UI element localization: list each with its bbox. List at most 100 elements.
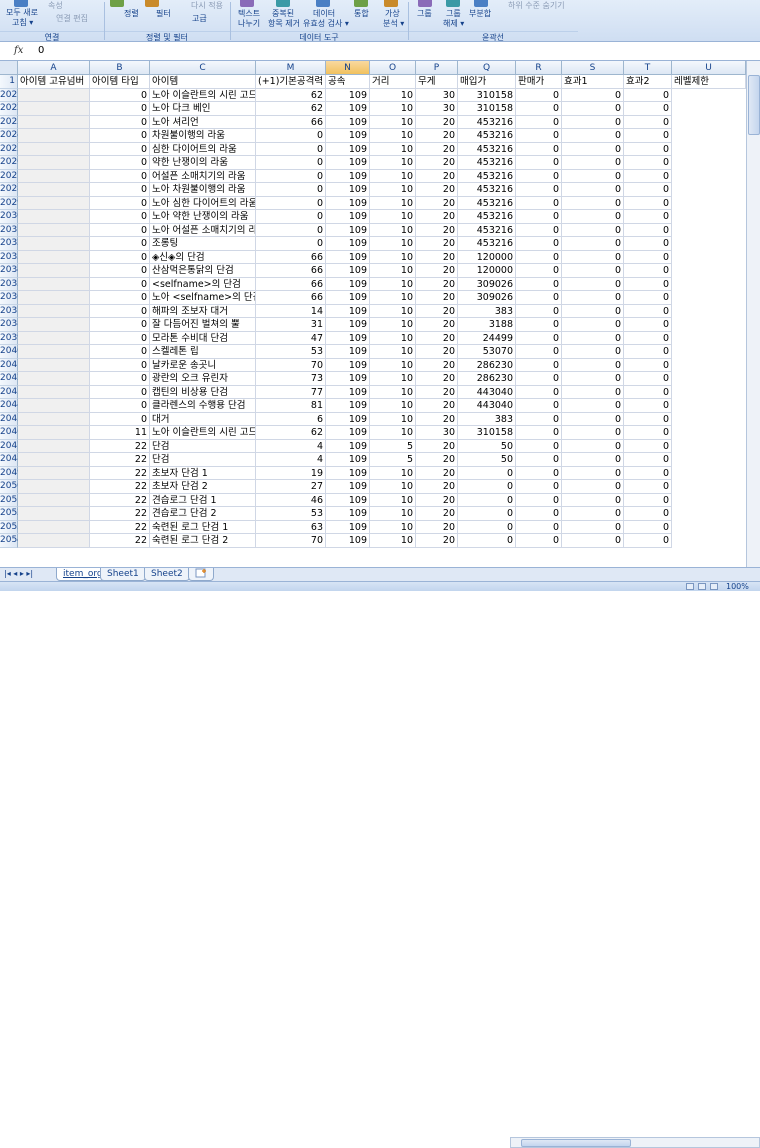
table-cell[interactable]: 10 — [370, 210, 416, 224]
table-cell[interactable]: 0 — [562, 183, 624, 197]
table-cell[interactable]: 0 — [624, 372, 672, 386]
table-cell[interactable]: 10 — [370, 385, 416, 399]
table-cell[interactable]: 70 — [256, 358, 326, 372]
table-cell[interactable]: 10 — [370, 304, 416, 318]
table-cell[interactable]: 10 — [370, 412, 416, 426]
row-header[interactable]: 2021 — [0, 88, 23, 102]
table-cell[interactable] — [18, 237, 90, 251]
table-cell[interactable] — [18, 453, 90, 467]
table-cell[interactable]: 109 — [326, 88, 370, 102]
spreadsheet-grid[interactable]: A B C M N O P Q R S T U 1 아이템 고유넘버 아이템 타입 아이템 (+1)기본공격력 공… — [0, 61, 746, 567]
table-cell[interactable]: 109 — [326, 142, 370, 156]
table-cell[interactable]: 53 — [256, 507, 326, 521]
table-cell[interactable]: 노아 다크 베인 — [150, 102, 256, 116]
table-cell[interactable]: 20 — [416, 358, 458, 372]
table-cell[interactable]: 20 — [416, 453, 458, 467]
row-header[interactable]: 2035 — [0, 277, 23, 291]
table-cell[interactable]: 0 — [516, 129, 562, 143]
table-cell[interactable]: 62 — [256, 88, 326, 102]
table-cell[interactable]: 22 — [90, 466, 150, 480]
row-header[interactable]: 2023 — [0, 115, 23, 129]
row-header[interactable]: 2046 — [0, 426, 23, 440]
table-cell[interactable]: 0 — [562, 534, 624, 548]
table-cell[interactable]: 20 — [416, 412, 458, 426]
table-cell[interactable]: 0 — [256, 223, 326, 237]
column-title-cell[interactable]: 효과2 — [624, 75, 672, 89]
row-header[interactable]: 2036 — [0, 291, 23, 305]
table-cell[interactable]: 0 — [562, 439, 624, 453]
table-cell[interactable]: 453216 — [458, 169, 516, 183]
table-cell[interactable]: 0 — [256, 196, 326, 210]
page-layout-view-icon[interactable] — [698, 583, 706, 590]
table-cell[interactable]: 453216 — [458, 142, 516, 156]
table-cell[interactable]: 견습로그 단검 1 — [150, 493, 256, 507]
table-cell[interactable]: 53 — [256, 345, 326, 359]
table-cell[interactable]: 0 — [624, 399, 672, 413]
table-cell[interactable]: 0 — [624, 520, 672, 534]
table-cell[interactable]: 30 — [416, 88, 458, 102]
table-cell[interactable]: 0 — [624, 534, 672, 548]
table-cell[interactable]: 0 — [516, 385, 562, 399]
table-cell[interactable]: 10 — [370, 372, 416, 386]
table-cell[interactable] — [18, 183, 90, 197]
table-cell[interactable]: 0 — [256, 129, 326, 143]
column-title-cell[interactable]: 매입가 — [458, 75, 516, 89]
row-header[interactable]: 2053 — [0, 520, 23, 534]
table-cell[interactable]: 10 — [370, 291, 416, 305]
table-cell[interactable]: 0 — [624, 291, 672, 305]
table-cell[interactable]: 산삼먹은통닭의 단검 — [150, 264, 256, 278]
table-cell[interactable]: 0 — [624, 250, 672, 264]
table-cell[interactable]: 310158 — [458, 88, 516, 102]
table-cell[interactable]: 0 — [256, 210, 326, 224]
table-cell[interactable]: 노아 셔리언 — [150, 115, 256, 129]
table-cell[interactable]: 0 — [90, 304, 150, 318]
table-cell[interactable]: 453216 — [458, 237, 516, 251]
table-cell[interactable]: 0 — [624, 331, 672, 345]
table-cell[interactable]: 10 — [370, 520, 416, 534]
table-cell[interactable]: 22 — [90, 534, 150, 548]
table-cell[interactable]: 0 — [516, 223, 562, 237]
table-cell[interactable]: 0 — [516, 156, 562, 170]
table-cell[interactable]: 0 — [562, 358, 624, 372]
table-cell[interactable]: 20 — [416, 399, 458, 413]
table-cell[interactable]: 22 — [90, 507, 150, 521]
table-cell[interactable]: 443040 — [458, 385, 516, 399]
table-cell[interactable]: 0 — [562, 129, 624, 143]
table-cell[interactable]: 0 — [516, 453, 562, 467]
table-cell[interactable]: 22 — [90, 480, 150, 494]
row-header[interactable]: 2028 — [0, 183, 23, 197]
column-title-cell[interactable]: 판매가 — [516, 75, 562, 89]
table-cell[interactable]: 46 — [256, 493, 326, 507]
table-cell[interactable]: 0 — [90, 412, 150, 426]
table-cell[interactable]: 109 — [326, 412, 370, 426]
row-header[interactable]: 2034 — [0, 264, 23, 278]
table-cell[interactable]: 109 — [326, 196, 370, 210]
table-cell[interactable]: 0 — [562, 345, 624, 359]
table-cell[interactable]: 109 — [326, 237, 370, 251]
table-cell[interactable]: 70 — [256, 534, 326, 548]
table-cell[interactable]: 0 — [624, 142, 672, 156]
table-cell[interactable]: 조롱팅 — [150, 237, 256, 251]
column-title-cell[interactable]: 아이템 고유넘버 — [18, 75, 90, 89]
table-cell[interactable] — [18, 345, 90, 359]
table-cell[interactable]: 0 — [90, 223, 150, 237]
table-cell[interactable]: 4 — [256, 453, 326, 467]
table-cell[interactable]: 0 — [624, 210, 672, 224]
row-header[interactable]: 2052 — [0, 507, 23, 521]
table-cell[interactable]: 0 — [624, 345, 672, 359]
table-cell[interactable]: 0 — [90, 318, 150, 332]
row-header[interactable]: 2050 — [0, 480, 23, 494]
ribbon-command-label[interactable]: 모두 새로 — [6, 8, 38, 18]
table-cell[interactable]: 20 — [416, 493, 458, 507]
table-cell[interactable]: 63 — [256, 520, 326, 534]
table-cell[interactable]: 0 — [516, 426, 562, 440]
table-cell[interactable]: 31 — [256, 318, 326, 332]
table-cell[interactable]: 0 — [90, 142, 150, 156]
row-header[interactable]: 2047 — [0, 439, 23, 453]
table-cell[interactable]: 0 — [90, 264, 150, 278]
sheet-tab-sheet2[interactable]: Sheet2 — [144, 568, 190, 581]
table-cell[interactable]: 0 — [458, 507, 516, 521]
ribbon-command-label[interactable]: 그룹 — [446, 9, 461, 19]
ribbon-command-icon[interactable] — [276, 0, 290, 7]
table-cell[interactable] — [18, 264, 90, 278]
